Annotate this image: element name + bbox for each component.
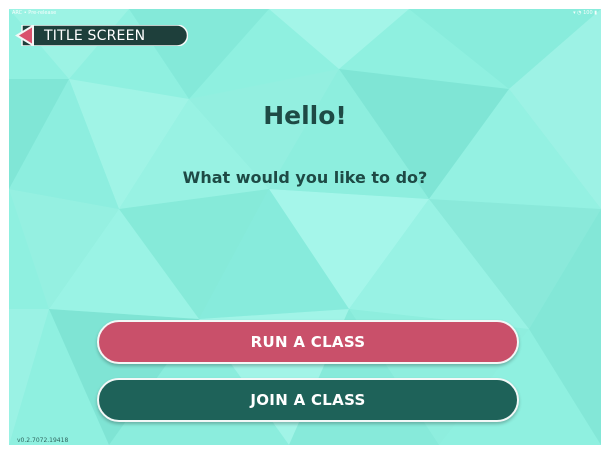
status-bar-left-text: ARC • Pre-release [12,10,57,16]
status-bar: ARC • Pre-release ▾ ◔ 100 ▮ [9,9,601,17]
page-subtitle: What would you like to do? [182,168,428,187]
version-label: v0.2.7072.19418 [17,437,69,444]
status-bar-right-text: ▾ ◔ 100 ▮ [573,10,597,16]
join-a-class-label: JOIN A CLASS [250,391,366,409]
join-a-class-button[interactable]: JOIN A CLASS [97,378,519,422]
back-button-label: TITLE SCREEN [44,28,146,44]
run-a-class-label: RUN A CLASS [250,333,366,351]
run-a-class-button[interactable]: RUN A CLASS [97,320,519,364]
title-screen-back-button[interactable]: TITLE SCREEN [12,25,188,46]
page-title: Hello! [263,101,347,130]
app-screen: ARC • Pre-release ▾ ◔ 100 ▮ TITLE SCREEN… [9,9,601,445]
